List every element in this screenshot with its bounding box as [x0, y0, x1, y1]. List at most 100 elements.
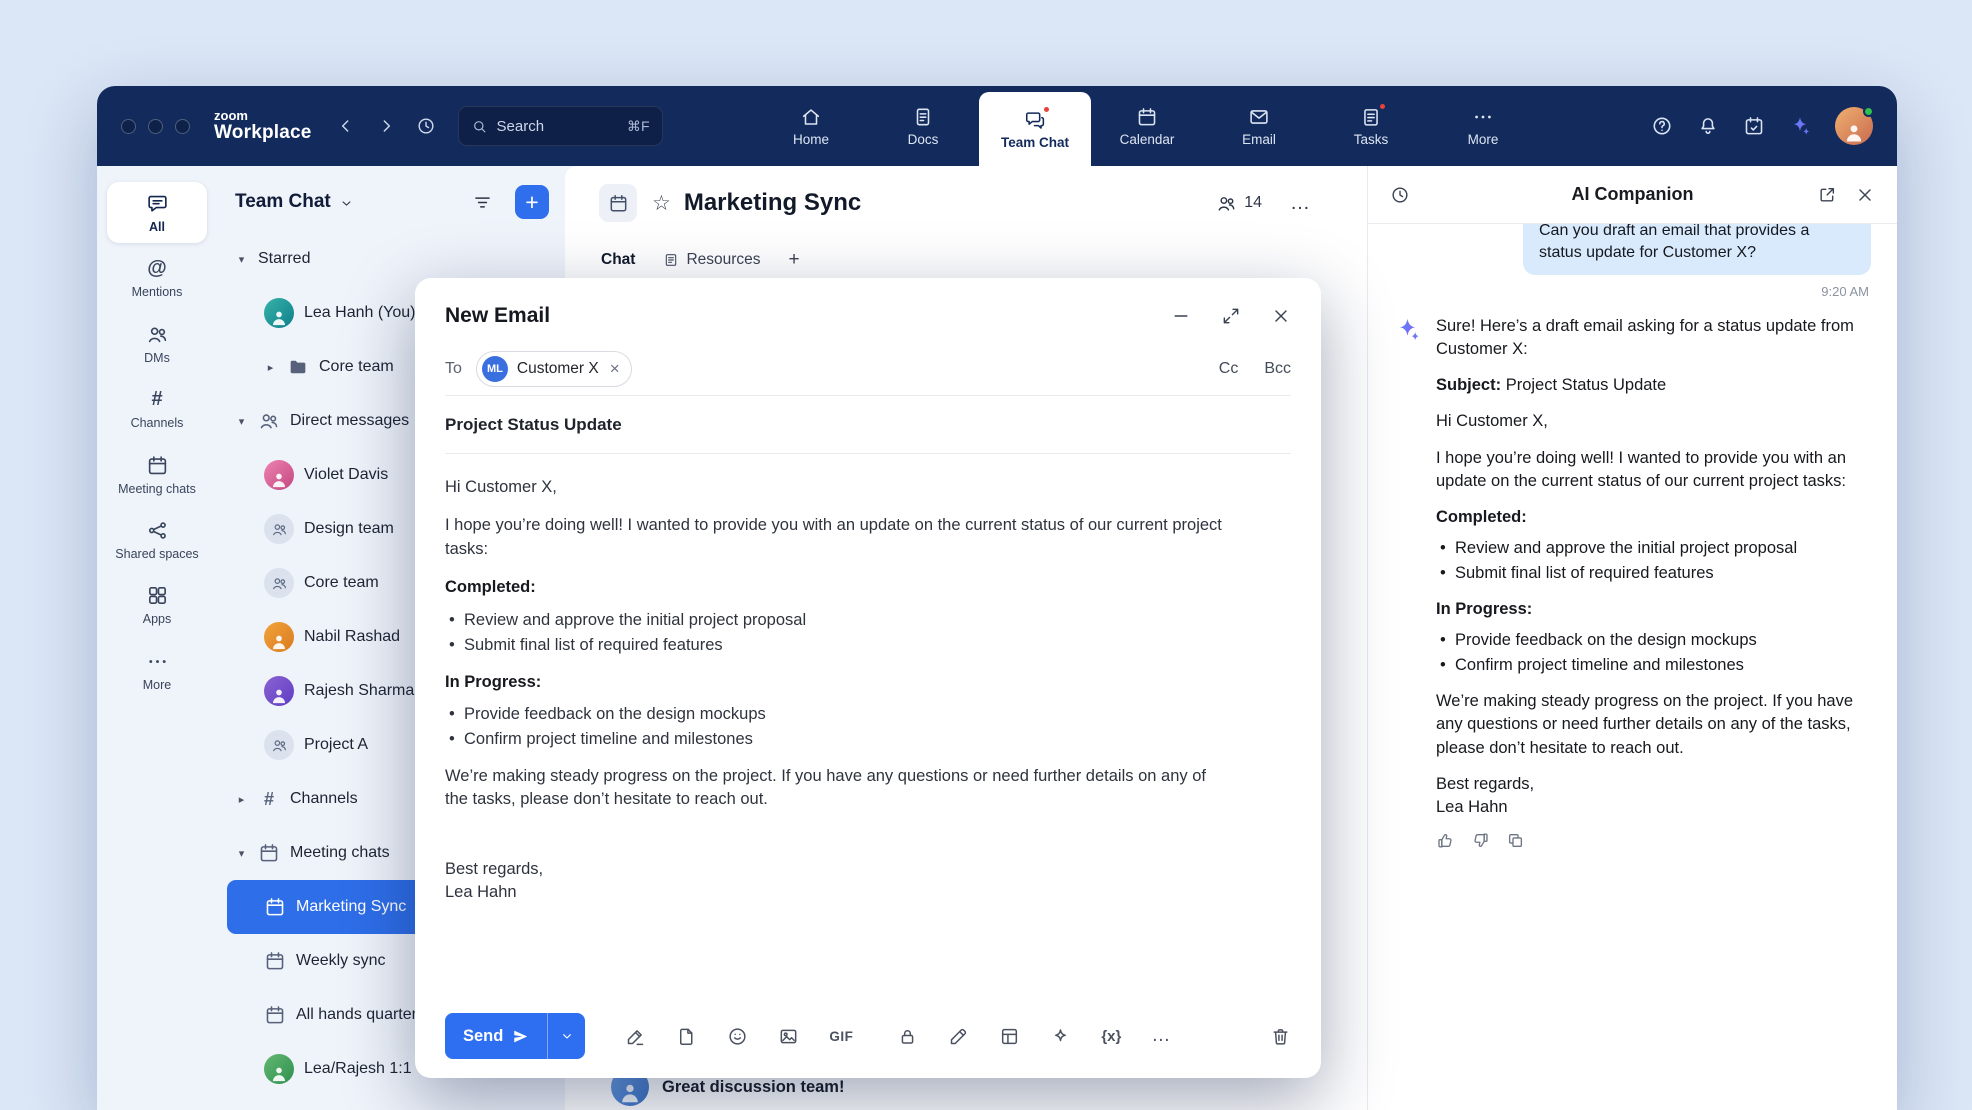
top-bar-actions [1651, 107, 1873, 145]
tab-more[interactable]: More [1427, 86, 1539, 166]
ai-sparkle-icon[interactable] [1050, 1026, 1071, 1047]
image-icon[interactable] [778, 1026, 799, 1047]
caret-right-icon[interactable]: ▸ [235, 793, 248, 806]
tab-tasks[interactable]: Tasks [1315, 86, 1427, 166]
avatar [264, 460, 294, 490]
zoom-window-button[interactable] [175, 119, 190, 134]
copy-icon[interactable] [1506, 831, 1525, 850]
members-count-value: 14 [1244, 194, 1262, 212]
rail-item-shared-spaces[interactable]: Shared spaces [107, 509, 207, 570]
tab-home[interactable]: Home [755, 86, 867, 166]
thumbs-down-icon[interactable] [1471, 831, 1490, 850]
rail-item-channels[interactable]: # Channels [107, 378, 207, 439]
rail-item-all[interactable]: All [107, 182, 207, 243]
avatar [264, 298, 294, 328]
rail-item-dms[interactable]: DMs [107, 313, 207, 374]
list-item: Review and approve the initial project p… [1436, 537, 1871, 560]
signature-icon[interactable] [625, 1026, 646, 1047]
new-chat-button[interactable]: + [515, 185, 549, 219]
new-email-modal: New Email To ML Customer X × Cc Bcc Proj… [415, 278, 1321, 1078]
calendar-check-icon[interactable] [1743, 115, 1765, 137]
rail-item-label: More [143, 678, 171, 692]
search-input[interactable]: Search ⌘F [458, 106, 663, 146]
send-label: Send [463, 1027, 503, 1046]
sidebar-title[interactable]: Team Chat [235, 191, 331, 213]
delete-draft-icon[interactable] [1270, 1026, 1291, 1047]
recipient-chip[interactable]: ML Customer X × [476, 351, 632, 387]
close-window-button[interactable] [121, 119, 136, 134]
ai-panel-header: AI Companion [1368, 166, 1897, 224]
caret-down-icon[interactable]: ▾ [235, 253, 248, 266]
thumbs-up-icon[interactable] [1436, 831, 1455, 850]
lock-icon[interactable] [897, 1026, 918, 1047]
members-count[interactable]: 14 [1216, 193, 1262, 214]
template-icon[interactable] [999, 1026, 1020, 1047]
avatar [264, 676, 294, 706]
caret-right-icon[interactable]: ▸ [264, 361, 277, 374]
star-icon[interactable]: ☆ [652, 191, 671, 216]
ai-companion-panel: AI Companion Can you draft an email that… [1367, 166, 1897, 1110]
email-inprogress-heading: In Progress: [445, 671, 1225, 694]
rail-item-meeting-chats[interactable]: Meeting chats [107, 444, 207, 505]
signoff: Best regards, [445, 858, 1225, 881]
help-icon[interactable] [1651, 115, 1673, 137]
variables-button[interactable]: {x} [1101, 1028, 1121, 1045]
open-external-icon[interactable] [1817, 185, 1837, 205]
email-intro: I hope you’re doing well! I wanted to pr… [445, 514, 1225, 561]
rail-item-more[interactable]: More [107, 640, 207, 701]
send-options-button[interactable] [547, 1013, 585, 1059]
minimize-window-button[interactable] [148, 119, 163, 134]
caret-down-icon[interactable]: ▾ [235, 415, 248, 428]
user-avatar[interactable] [1835, 107, 1873, 145]
primary-navigation: Home Docs Team Chat Calendar [755, 86, 1539, 166]
tab-chat[interactable]: Chat [601, 251, 635, 269]
email-body-editor[interactable]: Hi Customer X, I hope you’re doing well!… [445, 454, 1225, 1000]
tab-calendar[interactable]: Calendar [1091, 86, 1203, 166]
tab-resources[interactable]: Resources [663, 251, 760, 269]
remove-recipient-icon[interactable]: × [610, 360, 620, 377]
expand-icon[interactable] [1221, 306, 1241, 326]
filter-icon[interactable] [472, 192, 493, 213]
tab-email[interactable]: Email [1203, 86, 1315, 166]
rail-item-apps[interactable]: Apps [107, 574, 207, 635]
history-icon[interactable] [1390, 185, 1410, 205]
back-icon[interactable] [336, 116, 356, 136]
section-label: Starred [258, 250, 310, 268]
gif-button[interactable]: GIF [829, 1029, 853, 1044]
cc-button[interactable]: Cc [1219, 360, 1239, 378]
ai-companion-icon[interactable] [1789, 115, 1811, 137]
caret-down-icon[interactable]: ▾ [235, 847, 248, 860]
search-icon [471, 118, 488, 135]
chat-filter-rail: All @ Mentions DMs # Channels Meeting ch… [97, 166, 217, 1110]
edit-pencil-icon[interactable] [948, 1026, 969, 1047]
window-controls [121, 119, 190, 134]
chevron-down-icon[interactable] [339, 196, 354, 211]
item-label: Lea/Rajesh 1:1 [304, 1060, 412, 1078]
people-icon [258, 410, 280, 432]
more-options-icon[interactable]: … [1151, 1025, 1171, 1047]
top-bar: zoom Workplace Search ⌘F Home [97, 86, 1897, 166]
tab-team-chat[interactable]: Team Chat [979, 92, 1091, 166]
rail-item-label: DMs [144, 351, 170, 365]
emoji-icon[interactable] [727, 1026, 748, 1047]
bcc-button[interactable]: Bcc [1264, 360, 1291, 378]
recipient-field[interactable]: To ML Customer X × Cc Bcc [445, 342, 1291, 396]
tab-docs[interactable]: Docs [867, 86, 979, 166]
close-icon[interactable] [1855, 185, 1875, 205]
notifications-bell-icon[interactable] [1697, 115, 1719, 137]
apps-grid-icon [146, 584, 169, 607]
close-icon[interactable] [1271, 306, 1291, 326]
send-button[interactable]: Send [445, 1013, 547, 1059]
channel-more-icon[interactable]: … [1290, 192, 1311, 215]
history-icon[interactable] [416, 116, 436, 136]
email-inprogress-list: Provide feedback on the design mockups C… [445, 703, 1225, 752]
calendar-icon [1136, 106, 1158, 128]
forward-icon[interactable] [376, 116, 396, 136]
avatar [264, 622, 294, 652]
rail-item-mentions[interactable]: @ Mentions [107, 247, 207, 308]
subject-field[interactable]: Project Status Update [445, 396, 1291, 454]
minimize-icon[interactable] [1171, 306, 1191, 326]
desktop: zoom Workplace Search ⌘F Home [0, 0, 1972, 1110]
add-tab-button[interactable]: + [789, 249, 800, 271]
attach-file-icon[interactable] [676, 1026, 697, 1047]
